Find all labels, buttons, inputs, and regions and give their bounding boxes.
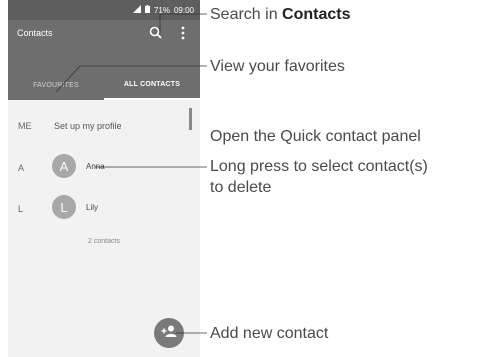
annotation-long-press: Long press to select contact(s): [210, 158, 428, 175]
tab-bar: FAVOURITES ALL CONTACTS: [8, 70, 200, 100]
annotation-to-delete: to delete: [210, 179, 272, 196]
scrollbar[interactable]: [189, 108, 192, 130]
avatar[interactable]: L: [52, 195, 76, 219]
section-letter-l: L: [18, 204, 24, 214]
annotation-favorites: View your favorites: [210, 58, 345, 75]
annotation-quick-contact: Open the Quick contact panel: [210, 128, 421, 145]
annotation-search: Search in Contacts: [210, 5, 351, 25]
add-contact-icon: [161, 324, 177, 343]
app-title: Contacts: [17, 28, 53, 38]
avatar[interactable]: A: [52, 154, 76, 178]
more-vert-icon[interactable]: [178, 25, 188, 41]
annotation-search-bold: Contacts: [282, 6, 351, 23]
profile-letter: ME: [18, 121, 32, 131]
setup-profile-item[interactable]: Set up my profile: [54, 121, 122, 131]
status-bar: 71% 09:00: [8, 0, 200, 20]
search-icon[interactable]: [148, 25, 164, 41]
annotation-search-text: Search in: [210, 6, 283, 23]
tab-all-contacts[interactable]: ALL CONTACTS: [104, 70, 200, 100]
phone-screen: 71% 09:00 Contacts FAVOURITES ALL CONTAC…: [8, 0, 200, 357]
battery-percent: 71%: [153, 5, 170, 15]
add-contact-button[interactable]: [154, 318, 184, 348]
contact-name-lily[interactable]: Lily: [86, 203, 98, 212]
signal-icon: [132, 5, 141, 15]
status-time: 09:00: [173, 5, 194, 15]
battery-icon: [144, 5, 150, 15]
tab-favourites[interactable]: FAVOURITES: [8, 70, 104, 100]
contact-count: 2 contacts: [88, 238, 120, 245]
contact-name-anna[interactable]: Anna: [86, 162, 105, 171]
section-letter-a: A: [18, 163, 25, 173]
annotation-add-contact: Add new contact: [210, 325, 329, 342]
